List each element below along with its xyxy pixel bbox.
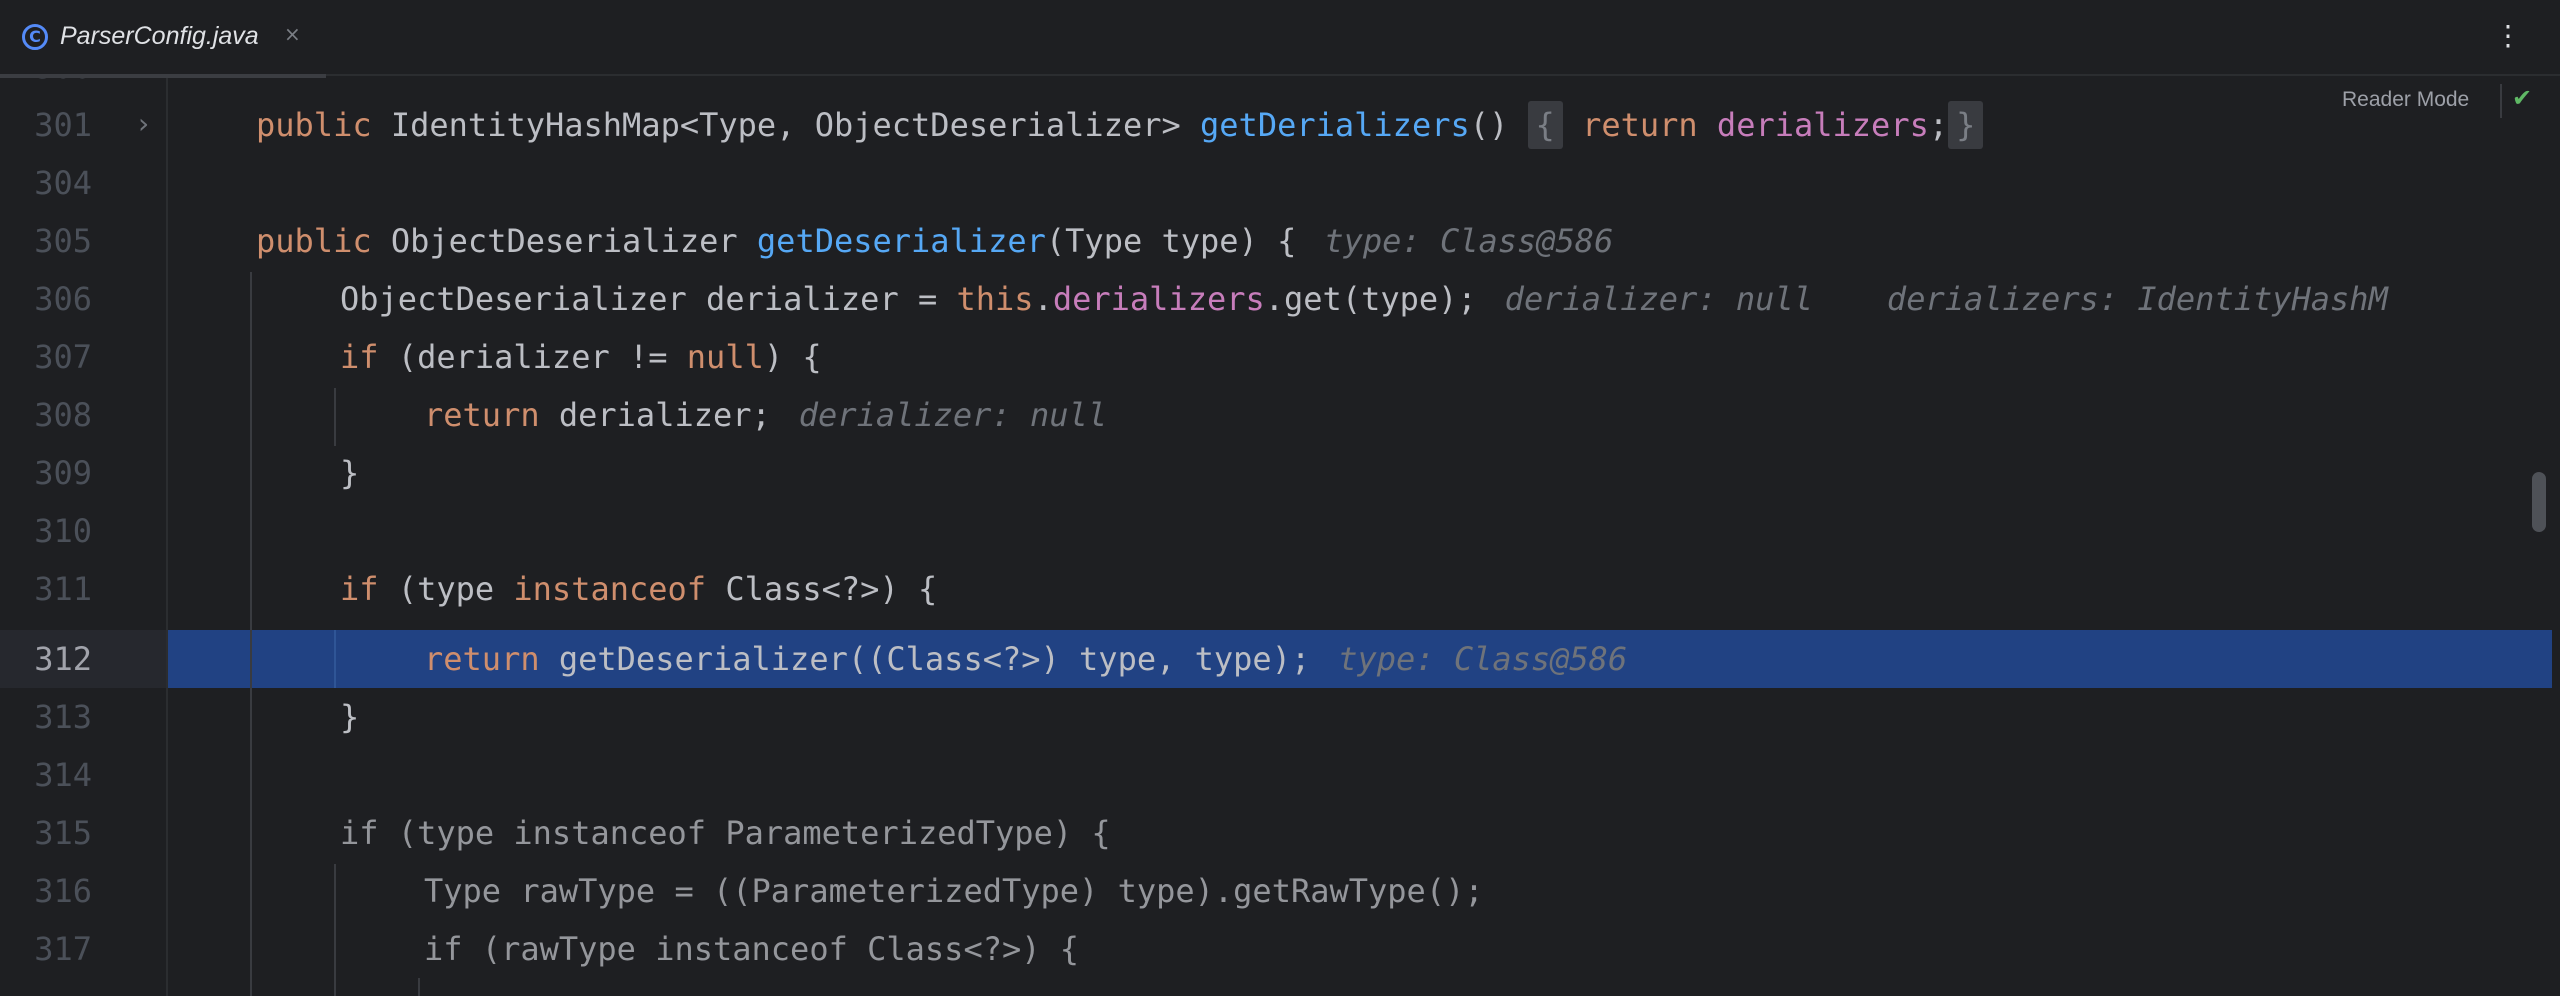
code-fragment: getDeserializer((Class<?>) type, type); [539,640,1311,678]
close-icon[interactable]: × [284,22,301,46]
line-number: 300 [0,78,92,96]
code-line: 305 public ObjectDeserializer getDeseria… [0,212,2552,270]
code-line: 311 if (type instanceof Class<?>) { [0,560,2552,618]
code-line: 306 ObjectDeserializer derializer = this… [0,270,2552,328]
code-fragment: .get(type); [1264,280,1477,318]
field-name: derializers [1052,280,1265,318]
tab-title: ParserConfig.java [60,22,259,50]
more-options-icon[interactable]: ⋮ [2494,18,2522,54]
line-number: 310 [34,512,92,550]
keyword: return [1582,106,1698,144]
inline-debug-value: derializers: IdentityHashM [1886,280,2388,318]
keyword: instanceof [513,570,707,608]
code-line: 300 [0,78,2552,96]
line-number: 306 [34,280,92,318]
toolbar-divider [2500,84,2502,118]
code-line: 310 [0,502,2552,560]
code-line: 304 [0,154,2552,212]
code-line: 316 Type rawType = ((ParameterizedType) … [0,862,2552,920]
inline-debug-value: type: Class@586 [1338,640,1628,678]
code-line: 314 [0,746,2552,804]
code-fragment: IdentityHashMap<Type, ObjectDeserializer… [371,106,1201,144]
line-number: 316 [34,872,92,910]
code-line: 308 return derializer; derializer: null [0,386,2552,444]
code-fragment: (derializer != [378,338,687,376]
code-text: if (type instanceof ParameterizedType) { [340,814,1111,852]
code-fragment: ObjectDeserializer [371,222,757,260]
line-number: 308 [34,396,92,434]
keyword: if [340,570,379,608]
indent-guide [250,272,252,996]
inline-debug-value: type: Class@586 [1324,222,1614,260]
code-text: Type rawType = ((ParameterizedType) type… [424,872,1484,910]
keyword: return [424,396,540,434]
vertical-scrollbar-thumb[interactable] [2532,472,2546,532]
code-fragment: () [1469,106,1509,144]
tab-parserconfig-java[interactable]: C ParserConfig.java × [0,0,326,78]
code-text: } [340,454,360,492]
indent-guide [418,978,420,996]
keyword: return [424,640,540,678]
code-fragment: ObjectDeserializer derializer = [340,280,957,318]
code-line: 309 } [0,444,2552,502]
code-text: ObjectDeserializer derializer = this.der… [340,270,2388,328]
code-text: if (type instanceof Class<?>) { [340,560,937,618]
fold-expand-icon[interactable]: › [138,108,149,140]
code-line: 317 if (rawType instanceof Class<?>) { [0,920,2552,978]
keyword: this [956,280,1034,318]
code-text: return getDeserializer((Class<?>) type, … [424,630,1627,688]
keyword: public [256,222,372,260]
line-number: 314 [34,756,92,794]
indent-guide [334,630,336,688]
line-number: 313 [34,698,92,736]
code-text: public ObjectDeserializer getDeserialize… [256,212,1613,270]
keyword: if [340,338,379,376]
java-class-icon: C [22,24,48,50]
line-number: 304 [34,164,92,202]
code-fragment: derializer; [539,396,771,434]
keyword: public [256,106,372,144]
code-line: 315 if (type instanceof ParameterizedTyp… [0,804,2552,862]
line-number: 317 [34,930,92,968]
code-text: if (derializer != null) { [340,328,822,386]
code-fragment: . [1033,280,1053,318]
method-name: getDeserializer [756,222,1046,260]
indent-guide [334,388,336,446]
reader-mode-button[interactable]: Reader Mode [2342,88,2469,112]
code-line: 301 › public IdentityHashMap<Type, Objec… [0,96,2552,154]
method-name: getDerializers [1200,106,1470,144]
editor-tab-bar: C ParserConfig.java × ⋮ [0,0,2560,78]
line-number: 305 [34,222,92,260]
current-execution-line: 312 return getDeserializer((Class<?>) ty… [0,630,2552,688]
line-number: 301 [34,106,92,144]
code-text: } [340,698,360,736]
no-problems-check-icon[interactable]: ✔ [2512,84,2532,112]
line-number: 312 [34,640,92,678]
code-fragment: Class<?>) { [706,570,938,608]
code-line: 307 if (derializer != null) { [0,328,2552,386]
field-name: derializers [1716,106,1929,144]
code-fragment: ) { [763,338,822,376]
line-number: 309 [34,454,92,492]
code-editor[interactable]: 300 301 › public IdentityHashMap<Type, O… [0,78,2560,996]
inline-debug-value: derializer: null [798,396,1108,434]
line-number: 315 [34,814,92,852]
folded-brace[interactable]: { [1527,101,1563,149]
code-fragment: (Type type) { [1045,222,1297,260]
code-fragment: (type [378,570,514,608]
code-text: public IdentityHashMap<Type, ObjectDeser… [256,96,1984,154]
indent-guide [334,864,336,996]
code-text: return derializer; derializer: null [424,386,1107,444]
keyword: null [686,338,764,376]
inline-debug-value: derializer: null [1504,280,1813,318]
code-text: if (rawType instanceof Class<?>) { [424,930,1080,968]
code-line: 313 } [0,688,2552,746]
line-number: 311 [34,570,92,608]
code-fragment: ; [1928,106,1949,144]
folded-brace[interactable]: } [1948,101,1984,149]
line-number: 307 [34,338,92,376]
